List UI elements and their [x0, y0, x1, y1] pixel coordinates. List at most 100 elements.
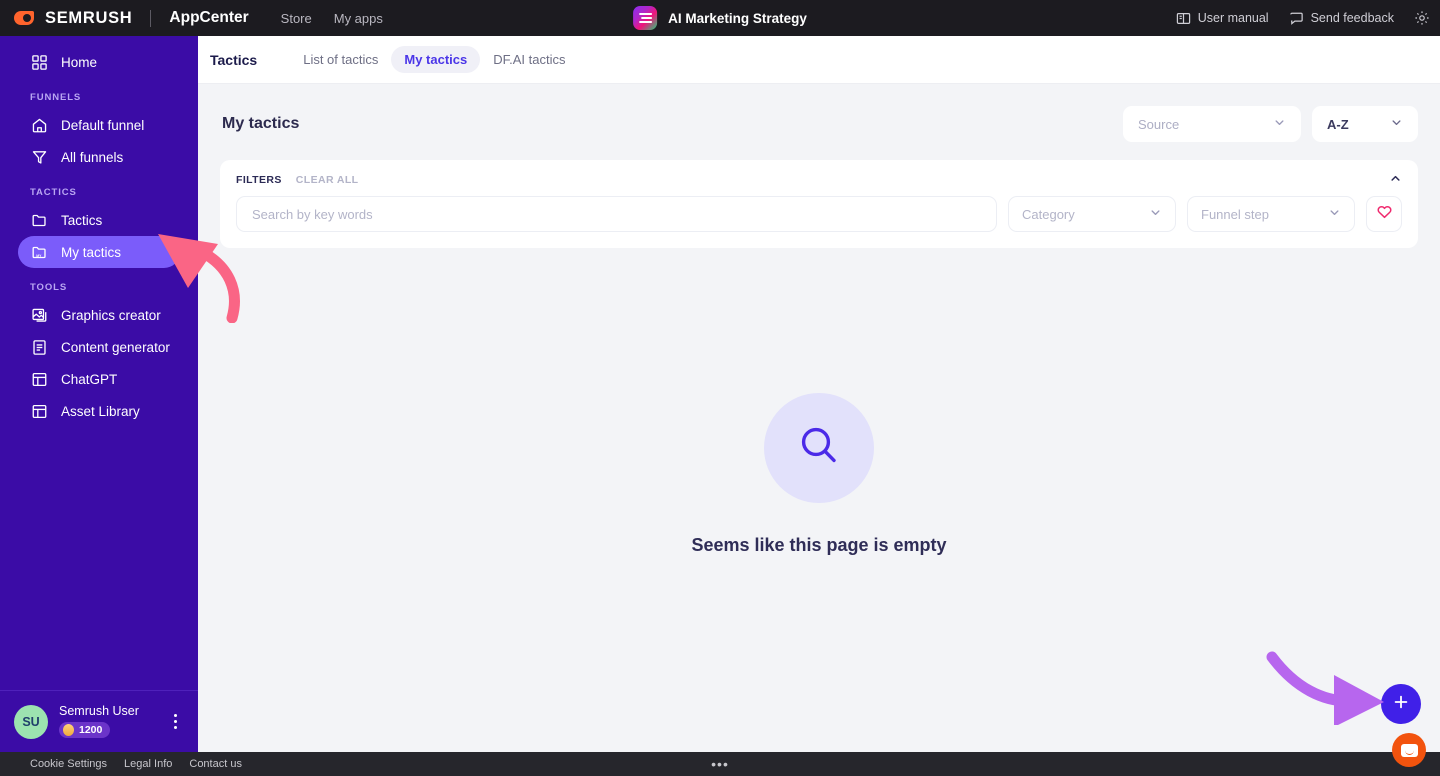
sidebar-item-graphics-creator[interactable]: Graphics creator — [18, 299, 180, 331]
content-header: My tactics Source A-Z — [220, 106, 1418, 142]
favorites-filter-button[interactable] — [1366, 196, 1402, 232]
empty-state: Seems like this page is empty — [220, 393, 1418, 556]
sidebar-item-asset-library-label: Asset Library — [61, 403, 140, 419]
sidebar-item-home[interactable]: Home — [18, 46, 180, 78]
credits-badge[interactable]: 1200 — [59, 721, 111, 738]
filters-label: FILTERS — [236, 174, 282, 186]
chat-bubble-icon — [1400, 743, 1418, 757]
page-section-title: Tactics — [210, 51, 258, 68]
source-select-value: Source — [1138, 116, 1180, 132]
sidebar-nav: Home FUNNELS Default funnel All funnels … — [0, 36, 198, 427]
sidebar-item-chatgpt[interactable]: ChatGPT — [18, 363, 180, 395]
footer-link-cookie-settings[interactable]: Cookie Settings — [30, 758, 107, 770]
image-icon — [30, 306, 48, 324]
category-select[interactable]: Category — [1008, 196, 1176, 232]
sidebar-item-chatgpt-label: ChatGPT — [61, 371, 118, 387]
page-title: My tactics — [222, 115, 300, 132]
sidebar-item-default-funnel-label: Default funnel — [61, 117, 145, 133]
filters-collapse-button[interactable] — [1386, 172, 1404, 190]
sidebar: Home FUNNELS Default funnel All funnels … — [0, 36, 198, 752]
app-logo-icon — [633, 6, 658, 30]
chat-icon — [1289, 11, 1304, 26]
sort-select[interactable]: A-Z — [1312, 106, 1418, 142]
sort-select-value: A-Z — [1327, 116, 1349, 132]
top-nav: Store My apps — [281, 11, 383, 26]
intercom-chat-button[interactable] — [1392, 733, 1426, 767]
grid-icon — [30, 53, 48, 71]
coin-icon — [63, 723, 74, 736]
book-icon — [1176, 11, 1191, 26]
top-bar: SEMRUSH AppCenter Store My apps AI Marke… — [0, 0, 1440, 36]
credits-count: 1200 — [79, 723, 103, 736]
settings-button[interactable] — [1414, 10, 1430, 26]
send-feedback-button[interactable]: Send feedback — [1289, 11, 1394, 26]
heart-outline-icon — [1376, 203, 1393, 225]
brand-divider — [150, 9, 152, 27]
sidebar-item-content-generator[interactable]: Content generator — [18, 331, 180, 363]
topnav-my-apps[interactable]: My apps — [334, 11, 383, 26]
empty-state-icon-circle — [764, 393, 874, 503]
main-area: Tactics List of tactics My tactics DF.AI… — [198, 36, 1440, 752]
search-icon — [793, 420, 845, 477]
filters-card: FILTERS CLEAR ALL Category Funnel step — [220, 160, 1418, 248]
brand-name: SEMRUSH — [45, 8, 133, 27]
document-lines-icon — [30, 338, 48, 356]
sidebar-heading-tactics: TACTICS — [30, 187, 77, 198]
sidebar-item-my-tactics-label: My tactics — [61, 244, 122, 260]
sidebar-item-asset-library[interactable]: Asset Library — [18, 395, 180, 427]
sidebar-item-all-funnels-label: All funnels — [61, 149, 124, 165]
sidebar-item-default-funnel[interactable]: Default funnel — [18, 109, 180, 141]
sidebar-heading-tools: TOOLS — [30, 282, 68, 293]
funnel-step-select-value: Funnel step — [1201, 206, 1269, 222]
content: My tactics Source A-Z FILTERS CLEAR ALL … — [198, 84, 1440, 556]
brand[interactable]: SEMRUSH AppCenter — [0, 9, 249, 28]
app-title: AI Marketing Strategy — [668, 10, 807, 26]
layout-icon — [30, 370, 48, 388]
current-app: AI Marketing Strategy — [633, 6, 807, 30]
chevron-down-icon — [1328, 206, 1341, 222]
chevron-down-icon — [1149, 206, 1162, 222]
layout-icon — [30, 402, 48, 420]
user-manual-button[interactable]: User manual — [1176, 11, 1269, 26]
footer-more-icon[interactable]: ••• — [711, 756, 729, 772]
chevron-down-icon — [1390, 116, 1403, 132]
add-tactic-fab[interactable] — [1381, 684, 1421, 724]
folder-my-icon: MY — [30, 243, 48, 261]
svg-text:MY: MY — [36, 253, 42, 257]
sidebar-item-tactics[interactable]: Tactics — [18, 204, 180, 236]
category-select-value: Category — [1022, 206, 1075, 222]
topnav-store[interactable]: Store — [281, 11, 312, 26]
sidebar-item-my-tactics[interactable]: MY My tactics — [18, 236, 180, 268]
tab-df-ai-tactics[interactable]: DF.AI tactics — [480, 46, 578, 73]
sidebar-item-home-label: Home — [61, 54, 98, 70]
user-name: Semrush User — [59, 703, 139, 718]
funnel-icon — [30, 148, 48, 166]
send-feedback-label: Send feedback — [1310, 11, 1394, 25]
sidebar-item-tactics-label: Tactics — [61, 212, 103, 228]
funnel-step-select[interactable]: Funnel step — [1187, 196, 1355, 232]
tabs-bar: Tactics List of tactics My tactics DF.AI… — [198, 36, 1440, 84]
footer-link-contact-us[interactable]: Contact us — [189, 758, 242, 770]
search-input[interactable] — [236, 196, 997, 232]
user-meta: Semrush User 1200 — [59, 703, 166, 741]
top-right-actions: User manual Send feedback — [1176, 10, 1430, 26]
footer-links: Cookie Settings Legal Info Contact us — [30, 758, 242, 770]
tab-list-of-tactics[interactable]: List of tactics — [290, 46, 391, 73]
footer: Cookie Settings Legal Info Contact us ••… — [0, 752, 1440, 776]
user-manual-label: User manual — [1197, 11, 1269, 25]
clear-all-button[interactable]: CLEAR ALL — [296, 174, 359, 186]
filters-controls: Category Funnel step — [236, 196, 1402, 232]
sidebar-item-content-generator-label: Content generator — [61, 339, 170, 355]
folder-icon — [30, 211, 48, 229]
sidebar-heading-funnels: FUNNELS — [30, 92, 82, 103]
kebab-vertical-icon[interactable] — [166, 714, 184, 729]
source-select[interactable]: Source — [1123, 106, 1301, 142]
sidebar-user-block[interactable]: SU Semrush User 1200 — [0, 690, 198, 752]
tab-my-tactics[interactable]: My tactics — [391, 46, 481, 73]
avatar: SU — [14, 704, 48, 739]
chevron-down-icon — [1273, 116, 1286, 132]
sidebar-item-all-funnels[interactable]: All funnels — [18, 141, 180, 173]
chevron-up-icon — [1389, 172, 1402, 190]
footer-link-legal-info[interactable]: Legal Info — [124, 758, 172, 770]
sidebar-item-graphics-creator-label: Graphics creator — [61, 307, 161, 323]
